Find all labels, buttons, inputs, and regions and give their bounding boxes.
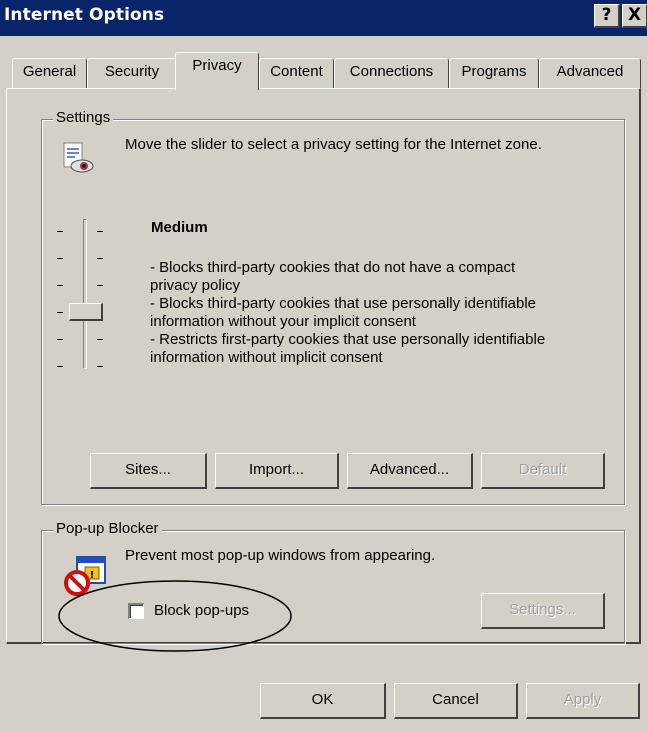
privacy-eye-icon [63, 142, 94, 173]
tab-security[interactable]: Security [87, 58, 177, 88]
settings-group-label: Settings [53, 109, 114, 127]
slider-tick [97, 366, 103, 367]
window-title: Internet Options [4, 5, 165, 25]
apply-button[interactable]: Apply [526, 683, 640, 719]
popup-settings-button[interactable]: Settings... [481, 593, 605, 629]
tab-content[interactable]: Content [259, 58, 334, 88]
slider-tick [57, 258, 63, 259]
privacy-level-line: - Blocks third-party cookies that do not… [150, 259, 516, 276]
ok-button[interactable]: OK [260, 683, 386, 719]
slider-tick [57, 231, 63, 232]
annotation-ellipse [58, 580, 292, 652]
sites-button[interactable]: Sites... [90, 453, 207, 489]
privacy-slider[interactable] [57, 219, 117, 389]
privacy-level-line: privacy policy [150, 277, 241, 294]
tab-general[interactable]: General [12, 58, 87, 88]
slider-tick [57, 339, 63, 340]
help-button[interactable]: ? [594, 4, 620, 28]
cancel-button[interactable]: Cancel [394, 683, 518, 719]
slider-tick [57, 285, 63, 286]
tab-connections[interactable]: Connections [334, 58, 449, 88]
import-button[interactable]: Import... [215, 453, 339, 489]
slider-tick [57, 366, 63, 367]
title-bar[interactable]: Internet Options ? X [0, 0, 647, 36]
privacy-level-line: information without implicit consent [150, 349, 383, 366]
popup-description: Prevent most pop-up windows from appeari… [125, 547, 436, 564]
slider-tick [97, 285, 103, 286]
slider-tick [57, 312, 63, 313]
internet-options-dialog: Internet Options ? X General Security Pr… [0, 0, 647, 731]
advanced-button[interactable]: Advanced... [347, 453, 473, 489]
privacy-level-line: - Blocks third-party cookies that use pe… [150, 295, 537, 312]
privacy-level-title: Medium [151, 219, 208, 236]
privacy-level-line: - Restricts first-party cookies that use… [150, 331, 546, 348]
slider-tick [97, 231, 103, 232]
slider-track [83, 219, 87, 369]
slider-tick [97, 339, 103, 340]
privacy-level-line: information without your implicit consen… [150, 313, 416, 330]
close-button[interactable]: X [622, 4, 647, 28]
slider-tick [97, 258, 103, 259]
default-button[interactable]: Default [481, 453, 605, 489]
tab-advanced[interactable]: Advanced [539, 58, 641, 88]
tab-privacy[interactable]: Privacy [175, 52, 259, 90]
popup-blocker-group-label: Pop-up Blocker [53, 520, 162, 538]
tab-programs[interactable]: Programs [449, 58, 539, 88]
slider-thumb[interactable] [69, 303, 103, 321]
privacy-tab-panel: Settings Move the slider to select a pri… [6, 88, 641, 652]
settings-description: Move the slider to select a privacy sett… [125, 136, 542, 153]
